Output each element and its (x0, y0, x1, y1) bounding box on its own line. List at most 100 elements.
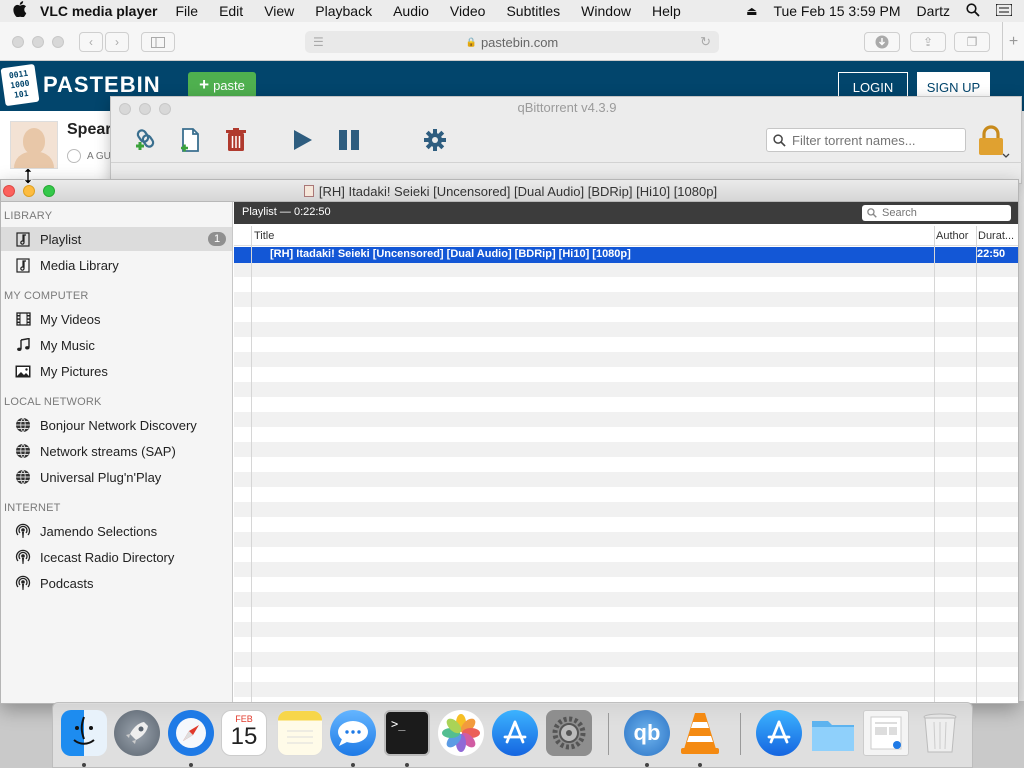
sidebar-item-media-library[interactable]: Media Library (1, 253, 232, 277)
sidebar-toggle-button[interactable] (141, 32, 175, 52)
share-button[interactable]: ⇪ (910, 32, 946, 52)
delete-torrent-button[interactable] (223, 127, 249, 153)
dock-photos[interactable] (438, 710, 484, 756)
menu-help[interactable]: Help (652, 3, 681, 19)
playlist-rows: [RH] Itadaki! Seieki [Uncensored] [Dual … (234, 247, 1018, 703)
podcast-icon (15, 575, 31, 591)
sidebar-item-label: Bonjour Network Discovery (40, 417, 197, 433)
back-button[interactable]: ‹ (79, 32, 103, 52)
app-name-menu[interactable]: VLC media player (40, 3, 158, 19)
forward-button[interactable]: › (105, 32, 129, 52)
running-indicator (189, 763, 193, 767)
pastebin-logo-text[interactable]: PASTEBIN (43, 72, 161, 98)
trash-icon (226, 128, 246, 151)
sidebar-item-label: Media Library (40, 257, 119, 273)
table-row[interactable]: [RH] Itadaki! Seieki [Uncensored] [Dual … (234, 247, 1018, 263)
dock-trash[interactable] (917, 710, 963, 756)
sidebar-section-my-computer: MY COMPUTER (4, 290, 89, 302)
sidebar-item-my-videos[interactable]: My Videos (1, 307, 232, 331)
column-divider[interactable] (934, 226, 935, 703)
pause-torrent-button[interactable] (336, 127, 362, 153)
picture-icon (15, 363, 31, 379)
sidebar-item-label: My Videos (40, 311, 101, 327)
menu-edit[interactable]: Edit (219, 3, 243, 19)
dock-system-preferences[interactable] (546, 710, 592, 756)
padlock-icon (979, 125, 1010, 158)
sidebar-item-jamendo[interactable]: Jamendo Selections (1, 519, 232, 543)
dock-terminal[interactable]: >_ (384, 710, 430, 756)
qbt-toolbar (111, 119, 1023, 163)
dock-document-stack[interactable] (863, 710, 909, 756)
dock-qbittorrent[interactable]: qb (624, 710, 670, 756)
apple-menu-icon[interactable] (0, 1, 40, 21)
lock-ui-button[interactable] (977, 124, 1010, 158)
tabs-overview-button[interactable]: ❐ (954, 32, 990, 52)
lock-icon: 🔒 (465, 36, 477, 47)
downloads-button[interactable] (864, 32, 900, 52)
add-torrent-file-button[interactable] (177, 127, 203, 153)
user-menu[interactable]: Dartz (917, 3, 950, 19)
dock-app-store[interactable] (492, 710, 538, 756)
filter-torrents-field[interactable] (766, 128, 966, 152)
menu-video[interactable]: Video (450, 3, 486, 19)
plus-icon: + (1008, 32, 1019, 50)
menu-playback[interactable]: Playback (315, 3, 372, 19)
address-bar[interactable]: ☰ 🔒 pastebin.com ↻ (305, 31, 719, 53)
trash-icon (923, 713, 957, 753)
menu-file[interactable]: File (176, 3, 199, 19)
reader-icon[interactable]: ☰ (313, 35, 324, 49)
rocket-icon (126, 722, 148, 744)
playlist-column-headers: Title Author Durat... (234, 226, 1018, 246)
eject-icon[interactable]: ⏏ (746, 4, 757, 18)
vlc-titlebar[interactable]: [RH] Itadaki! Seieki [Uncensored] [Dual … (1, 180, 1018, 202)
pastebin-logo-icon[interactable]: 0011 1000 101 (0, 63, 40, 107)
dock-notes[interactable] (277, 710, 323, 756)
dock-folder[interactable] (810, 710, 856, 756)
dock-calendar[interactable]: FEB 15 (221, 710, 267, 756)
vlc-title-text: [RH] Itadaki! Seieki [Uncensored] [Dual … (318, 184, 718, 199)
new-tab-button[interactable]: + (1002, 22, 1024, 61)
playlist-search-field[interactable] (862, 205, 1011, 221)
reload-icon[interactable]: ↻ (700, 34, 711, 50)
sidebar-item-podcasts[interactable]: Podcasts (1, 571, 232, 595)
menu-audio[interactable]: Audio (393, 3, 429, 19)
column-divider[interactable] (976, 226, 977, 703)
column-header-title[interactable]: Title (254, 230, 274, 242)
dock-messages[interactable] (330, 710, 376, 756)
column-header-author[interactable]: Author (936, 230, 968, 242)
sidebar-item-upnp[interactable]: Universal Plug'n'Play (1, 465, 232, 489)
filter-torrents-input[interactable] (792, 132, 962, 148)
new-paste-button[interactable]: + paste (188, 72, 256, 98)
clock[interactable]: Tue Feb 15 3:59 PM (773, 3, 900, 19)
sidebar-item-playlist[interactable]: Playlist 1 (1, 227, 232, 251)
menu-view[interactable]: View (264, 3, 294, 19)
control-center-icon[interactable] (995, 3, 1013, 19)
safari-minimize-button[interactable] (32, 36, 44, 48)
sidebar-item-my-music[interactable]: My Music (1, 333, 232, 357)
share-icon: ⇪ (922, 35, 934, 49)
dock-downloads-stack[interactable] (756, 710, 802, 756)
playlist-search-input[interactable] (882, 207, 1002, 219)
document-preview-icon (870, 716, 902, 750)
sidebar-item-label: Network streams (SAP) (40, 443, 176, 459)
options-button[interactable] (422, 127, 448, 153)
sidebar-item-network-streams[interactable]: Network streams (SAP) (1, 439, 232, 463)
sidebar-item-icecast[interactable]: Icecast Radio Directory (1, 545, 232, 569)
menu-window[interactable]: Window (581, 3, 631, 19)
dock-vlc[interactable] (677, 710, 723, 756)
add-torrent-link-button[interactable] (133, 127, 159, 153)
sidebar-item-bonjour[interactable]: Bonjour Network Discovery (1, 413, 232, 437)
safari-close-button[interactable] (12, 36, 24, 48)
add-link-icon (136, 129, 155, 150)
column-header-duration[interactable]: Durat... (978, 230, 1014, 242)
dock-finder[interactable] (61, 710, 107, 756)
sidebar-item-label: My Music (40, 337, 95, 353)
chevron-left-icon: ‹ (89, 35, 93, 49)
menu-subtitles[interactable]: Subtitles (506, 3, 560, 19)
sidebar-item-my-pictures[interactable]: My Pictures (1, 359, 232, 383)
dock-safari[interactable] (168, 710, 214, 756)
spotlight-search-icon[interactable] (966, 2, 980, 20)
resume-torrent-button[interactable] (289, 127, 315, 153)
dock-launchpad[interactable] (114, 710, 160, 756)
safari-zoom-button[interactable] (52, 36, 64, 48)
